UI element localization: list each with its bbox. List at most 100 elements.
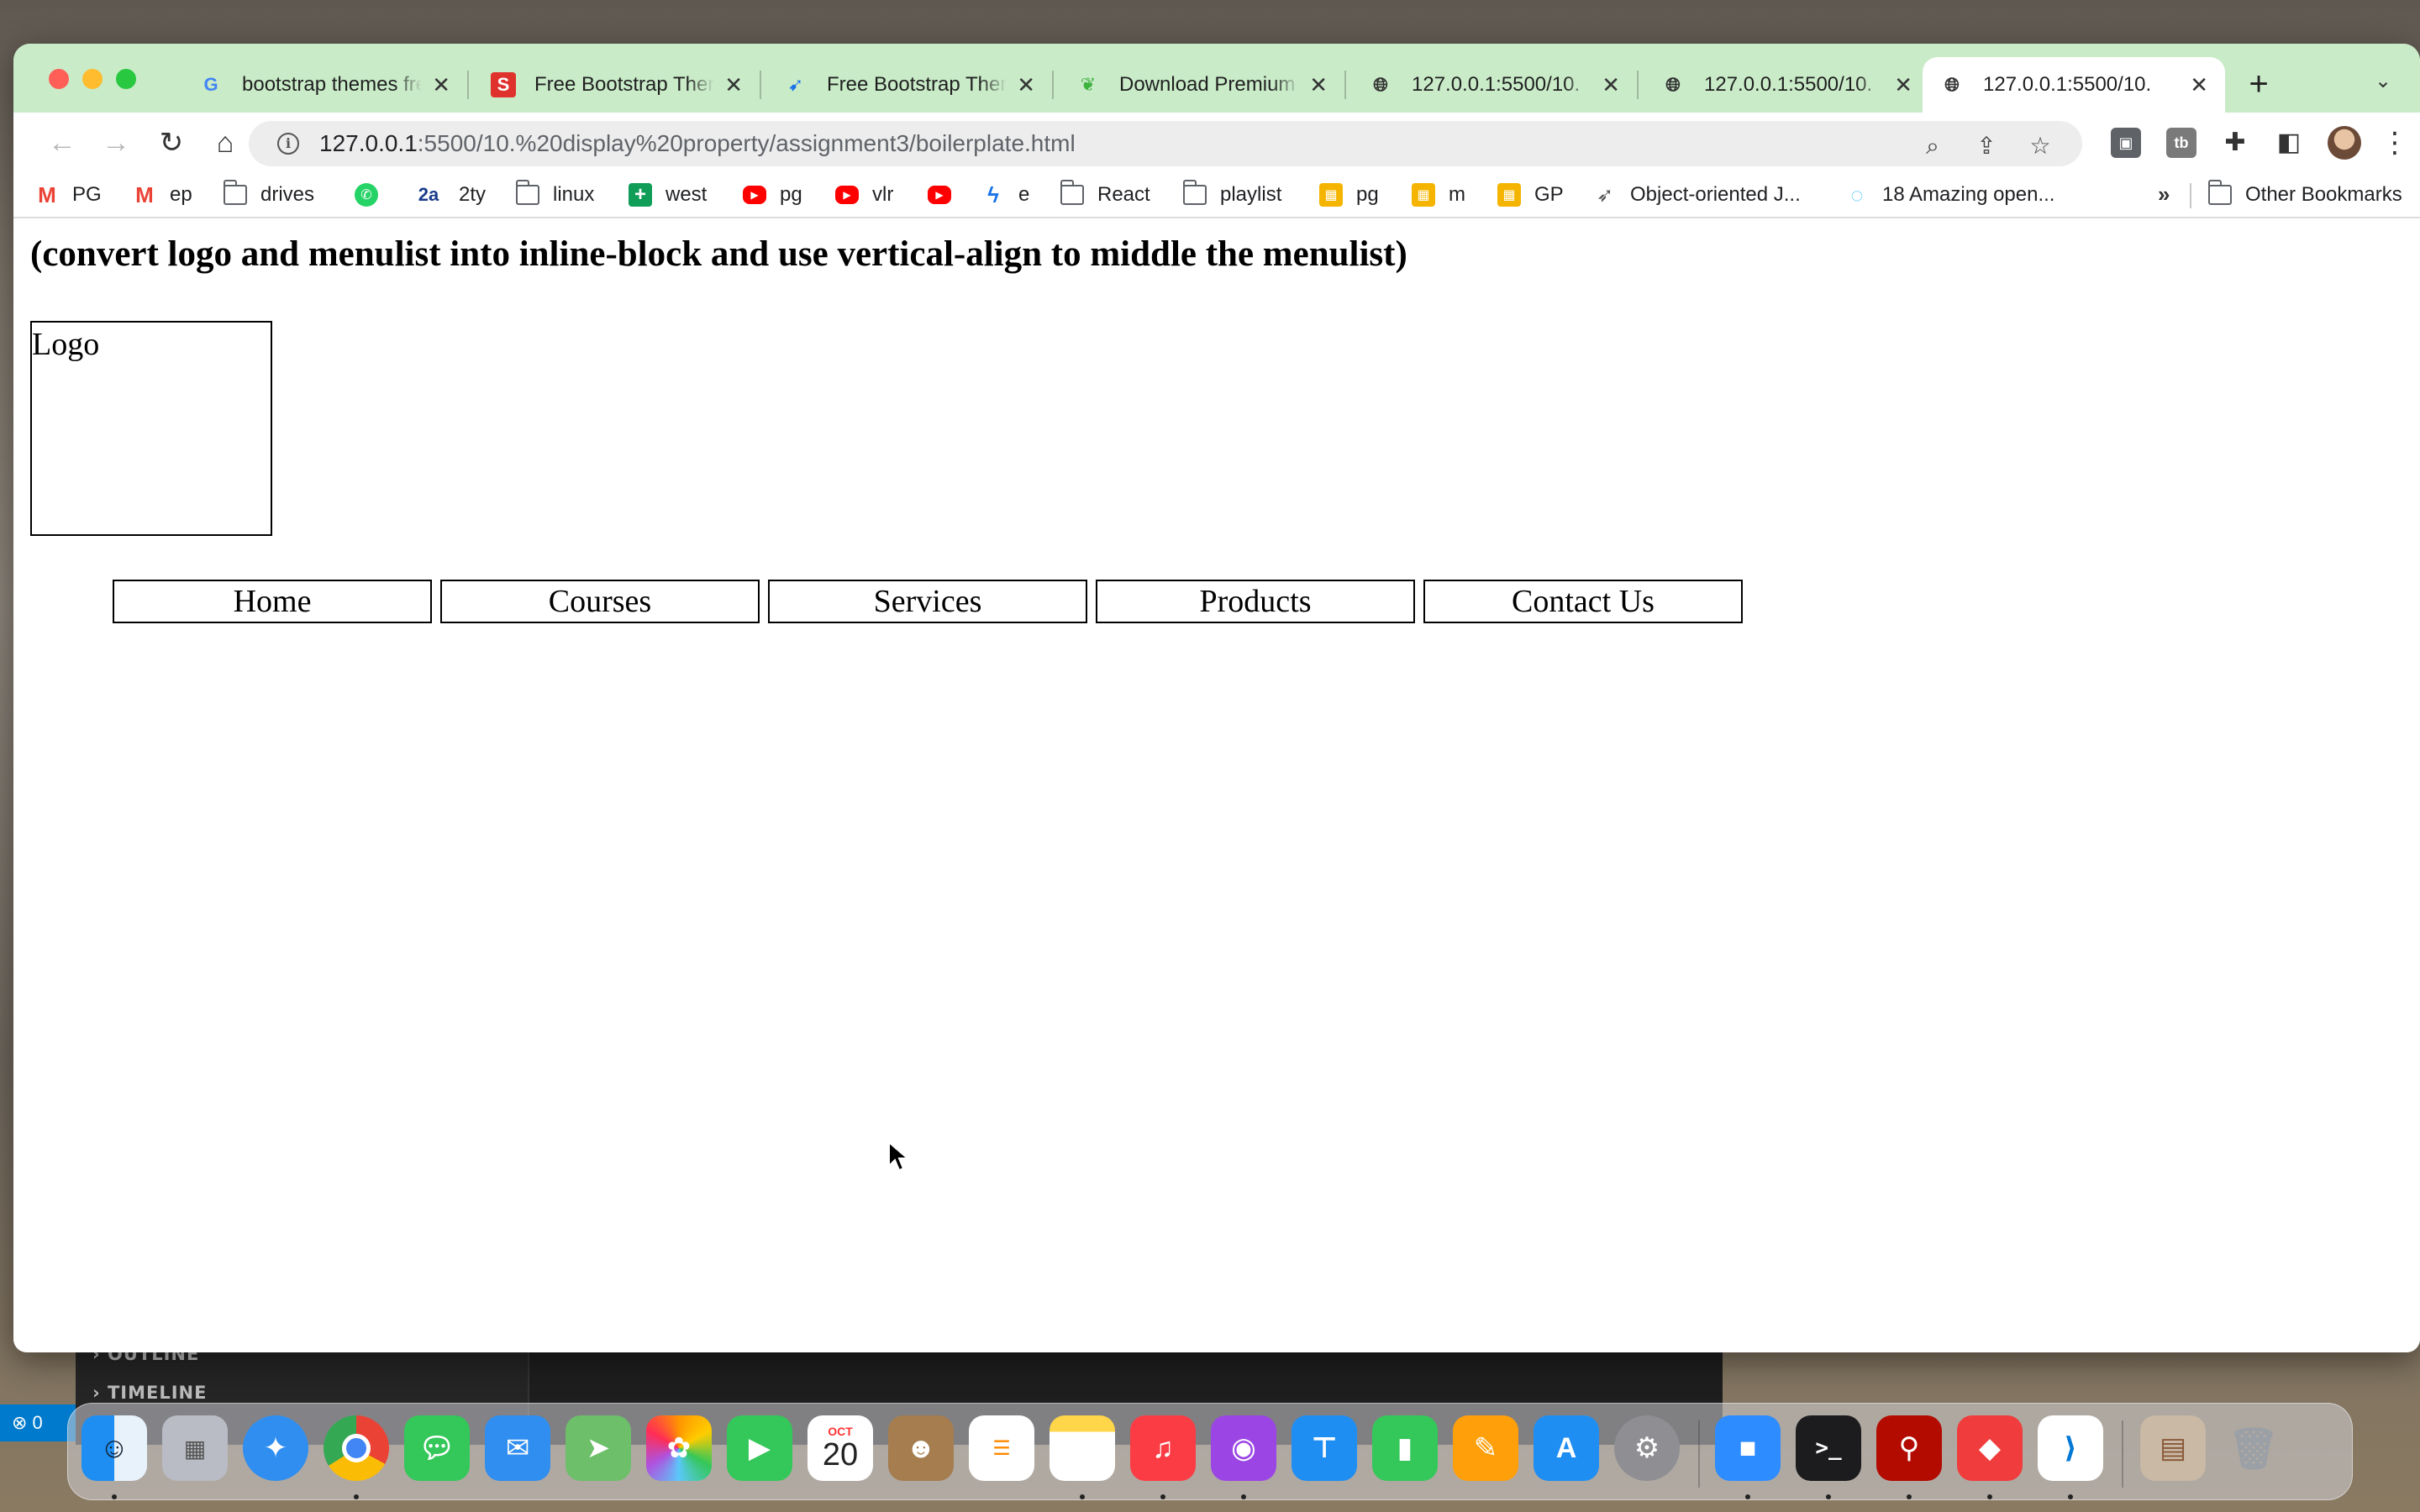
bookmark-whatsapp[interactable]: ✆ xyxy=(355,180,392,210)
safari-icon[interactable]: ✦ xyxy=(243,1415,308,1481)
music-icon[interactable]: ♫ xyxy=(1130,1415,1196,1481)
terminal-icon[interactable]: >_ xyxy=(1796,1415,1861,1481)
reminders-icon[interactable]: ☰ xyxy=(969,1415,1034,1481)
vscode-icon[interactable]: ⟩ xyxy=(2038,1415,2103,1481)
address-bar[interactable]: i 127.0.0.1:5500/10.%20display%20propert… xyxy=(249,121,2082,166)
anydesk-icon[interactable]: ◆ xyxy=(1957,1415,2023,1481)
numbers-icon[interactable]: ▮ xyxy=(1372,1415,1438,1481)
tab-free-bootstrap-themes-2[interactable]: ➹ Free Bootstrap Themes ✕ xyxy=(766,57,1052,113)
tab-localhost-1[interactable]: 🌐︎ 127.0.0.1:5500/10. ✕ xyxy=(1351,57,1637,113)
menu-item-products[interactable]: Products xyxy=(1096,580,1415,623)
facetime-icon[interactable]: ▶ xyxy=(727,1415,792,1481)
spinner-icon: ◌ xyxy=(1850,181,1864,207)
tab-localhost-2[interactable]: 🌐︎ 127.0.0.1:5500/10. ✕ xyxy=(1644,57,1929,113)
close-tab-icon[interactable]: ✕ xyxy=(1017,72,1035,98)
zoom-icon[interactable]: ⌕ xyxy=(1916,129,1949,163)
bookmark-ep-gmail[interactable]: Mep xyxy=(133,180,192,210)
home-button[interactable]: ⌂ xyxy=(207,124,244,161)
bookmark-folder-drives[interactable]: drives xyxy=(223,180,314,210)
bookmark-folder-react[interactable]: React xyxy=(1060,180,1150,210)
zoom-app-icon[interactable]: ■ xyxy=(1715,1415,1781,1481)
bird-icon: ➹ xyxy=(787,74,804,95)
running-indicator xyxy=(1745,1494,1750,1499)
keynote-icon[interactable]: ⊤ xyxy=(1292,1415,1357,1481)
bookmark-star-icon[interactable]: ☆ xyxy=(2023,129,2057,163)
maps-icon[interactable]: ➤ xyxy=(566,1415,631,1481)
messages-icon[interactable]: 💬︎ xyxy=(404,1415,470,1481)
system-preferences-icon[interactable]: ⚙ xyxy=(1614,1415,1680,1481)
forward-button[interactable]: → xyxy=(97,124,134,161)
downloads-stack-icon[interactable]: ▤ xyxy=(2140,1415,2206,1481)
finder-icon[interactable]: ☺ xyxy=(82,1415,147,1481)
mail-icon[interactable]: ✉ xyxy=(485,1415,550,1481)
calendar-icon[interactable]: OCT 20 xyxy=(808,1415,873,1481)
tab-localhost-active[interactable]: 🌐︎ 127.0.0.1:5500/10. ✕ xyxy=(1923,57,2225,113)
podcasts-icon[interactable]: ◉ xyxy=(1211,1415,1276,1481)
chrome-icon[interactable] xyxy=(324,1415,389,1481)
bookmark-2ty[interactable]: 2a 2ty xyxy=(412,180,486,210)
zoom-window-button[interactable] xyxy=(116,69,136,89)
reload-button[interactable]: ↻ xyxy=(153,124,190,161)
bookmark-folder-playlist[interactable]: playlist xyxy=(1182,180,1281,210)
bookmark-pg-youtube[interactable]: ▶ pg xyxy=(743,180,802,210)
bookmark-folder-linux[interactable]: linux xyxy=(515,180,594,210)
tab-download-premium[interactable]: ❦ Download Premium ✕ xyxy=(1059,57,1344,113)
minimize-window-button[interactable] xyxy=(82,69,103,89)
close-tab-icon[interactable]: ✕ xyxy=(1602,72,1620,98)
bookmark-youtube[interactable]: ▶ xyxy=(928,180,965,210)
bookmark-other-bookmarks[interactable]: Other Bookmarks xyxy=(2207,180,2402,210)
bookmark-e[interactable]: ϟe xyxy=(981,180,1029,210)
trash-icon[interactable]: 🗑︎ xyxy=(2221,1415,2286,1481)
tab-bar: G bootstrap themes free ✕ S Free Bootstr… xyxy=(13,44,2420,113)
menu-item-contact-us[interactable]: Contact Us xyxy=(1423,580,1743,623)
vscode-status-errors[interactable]: ⊗ 0 xyxy=(0,1404,76,1441)
running-indicator xyxy=(1160,1494,1165,1499)
bookmark-gp-classroom[interactable]: ▦ GP xyxy=(1497,180,1564,210)
close-tab-icon[interactable]: ✕ xyxy=(1309,72,1328,98)
pages-icon[interactable]: ✎ xyxy=(1453,1415,1518,1481)
close-tab-icon[interactable]: ✕ xyxy=(2190,72,2208,98)
bookmark-object-oriented[interactable]: ➶ Object-oriented J... xyxy=(1593,180,1801,210)
close-tab-icon[interactable]: ✕ xyxy=(724,72,743,98)
menu-item-services[interactable]: Services xyxy=(768,580,1087,623)
tab-separator xyxy=(760,71,761,99)
folder-icon xyxy=(1182,180,1207,207)
tab-bootstrap-themes-search[interactable]: G bootstrap themes free ✕ xyxy=(182,57,467,113)
tab-search-chevron-icon[interactable]: ⌄ xyxy=(2375,69,2391,93)
bookmarks-overflow-chevron-icon[interactable]: » xyxy=(2158,181,2170,207)
bookmark-pg-classroom[interactable]: ▦ pg xyxy=(1319,180,1379,210)
bookmark-west[interactable]: + west xyxy=(629,180,707,210)
browser-menu-icon[interactable]: ⋮ xyxy=(2376,124,2413,161)
youtube-icon: ▶ xyxy=(835,186,859,204)
menu-item-courses[interactable]: Courses xyxy=(440,580,760,623)
acrobat-icon[interactable]: ⚲ xyxy=(1876,1415,1942,1481)
running-indicator xyxy=(1987,1494,1992,1499)
profile-avatar[interactable] xyxy=(2328,126,2361,160)
contacts-icon[interactable]: ☻ xyxy=(888,1415,954,1481)
bookmark-m-classroom[interactable]: ▦ m xyxy=(1412,180,1465,210)
close-tab-icon[interactable]: ✕ xyxy=(432,72,450,98)
photos-icon[interactable]: ✿ xyxy=(646,1415,712,1481)
close-tab-icon[interactable]: ✕ xyxy=(1894,72,1912,98)
launchpad-icon[interactable]: ▦ xyxy=(162,1415,228,1481)
bookmark-18-amazing[interactable]: ◌ 18 Amazing open... xyxy=(1845,180,2054,210)
back-button[interactable]: ← xyxy=(44,124,81,161)
tab-free-bootstrap-themes-1[interactable]: S Free Bootstrap Themes ✕ xyxy=(474,57,760,113)
share-icon[interactable]: ⇪ xyxy=(1970,129,2003,163)
url-text[interactable]: 127.0.0.1:5500/10.%20display%20property/… xyxy=(319,130,1076,157)
menu-item-home[interactable]: Home xyxy=(113,580,432,623)
side-panel-icon[interactable]: ◧ xyxy=(2274,128,2304,158)
gmail-icon: M xyxy=(135,181,154,207)
bookmark-pg-gmail[interactable]: M PG xyxy=(35,180,102,210)
site-info-icon[interactable]: i xyxy=(277,133,299,155)
close-window-button[interactable] xyxy=(49,69,69,89)
extension-cast-icon[interactable]: ▣ xyxy=(2111,128,2141,158)
new-tab-button[interactable]: + xyxy=(2235,60,2282,108)
notes-icon[interactable] xyxy=(1050,1415,1115,1481)
timeline-section[interactable]: › TIMELINE xyxy=(92,1383,207,1403)
running-indicator xyxy=(1241,1494,1246,1499)
app-store-icon[interactable]: A xyxy=(1534,1415,1599,1481)
extension-tb-icon[interactable]: tb xyxy=(2166,128,2196,158)
bookmark-vlr-youtube[interactable]: ▶ vlr xyxy=(835,180,893,210)
extensions-puzzle-icon[interactable]: ✚ xyxy=(2220,128,2250,158)
